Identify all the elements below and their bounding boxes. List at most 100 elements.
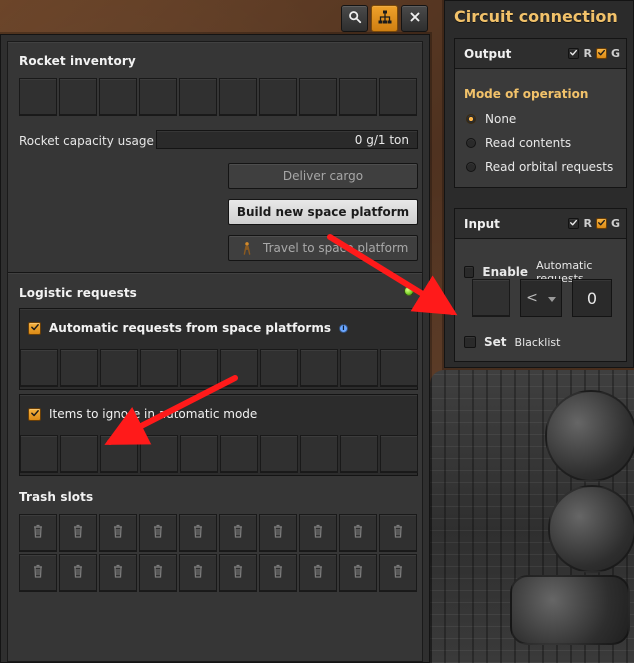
trash-slot[interactable] (219, 554, 257, 592)
ignore-items-panel: Items to ignore in automatic mode (19, 394, 418, 476)
inventory-slot[interactable] (19, 78, 57, 116)
request-slot[interactable] (180, 349, 218, 387)
trash-icon (310, 563, 326, 583)
trash-slot[interactable] (299, 514, 337, 552)
ignore-slot[interactable] (20, 435, 58, 473)
trash-slot[interactable] (219, 514, 257, 552)
request-slot[interactable] (100, 349, 138, 387)
trash-slot[interactable] (19, 514, 57, 552)
top-toolbar (341, 5, 428, 32)
trash-icon (30, 563, 46, 583)
mode-option-none[interactable]: None (466, 112, 516, 126)
trash-slot[interactable] (259, 514, 297, 552)
ignore-slot[interactable] (100, 435, 138, 473)
trash-slot[interactable] (99, 554, 137, 592)
request-slot[interactable] (60, 349, 98, 387)
trash-slot[interactable] (339, 514, 377, 552)
comparator-value: < (526, 290, 538, 306)
green-wire-label: G (610, 217, 620, 230)
build-new-space-platform-button[interactable]: Build new space platform (228, 199, 418, 225)
constant-value: 0 (586, 288, 598, 308)
red-wire-label: R (583, 217, 592, 230)
trash-slot[interactable] (59, 554, 97, 592)
ignore-slot[interactable] (380, 435, 418, 473)
trash-slot[interactable] (379, 514, 417, 552)
ignore-slot[interactable] (180, 435, 218, 473)
trash-icon (190, 563, 206, 583)
search-icon (348, 9, 362, 28)
factory-machines-background (430, 370, 634, 663)
inventory-slot[interactable] (379, 78, 417, 116)
constant-field[interactable]: 0 (572, 279, 612, 317)
ignore-slot[interactable] (140, 435, 178, 473)
inventory-slot[interactable] (259, 78, 297, 116)
ignore-slot[interactable] (260, 435, 298, 473)
green-wire-checkbox[interactable] (595, 48, 607, 59)
inventory-slot[interactable] (339, 78, 377, 116)
network-button[interactable] (371, 5, 398, 32)
request-slot[interactable] (380, 349, 418, 387)
inventory-slot[interactable] (99, 78, 137, 116)
request-slot[interactable] (340, 349, 378, 387)
mode-option-label: Read contents (485, 136, 572, 150)
trash-slot[interactable] (259, 554, 297, 592)
trash-slot[interactable] (139, 554, 177, 592)
trash-icon (150, 563, 166, 583)
mode-option-read-contents[interactable]: Read contents (466, 136, 571, 150)
trash-icon (70, 523, 86, 543)
circuit-input-box: Input R G Enable Automatic < 0 Set Black… (454, 208, 627, 362)
mode-option-read-orbital-requests[interactable]: Read orbital requests (466, 160, 613, 174)
rocket-capacity-bar: 0 g/1 ton (156, 130, 418, 149)
trash-slot[interactable] (19, 554, 57, 592)
close-button[interactable] (401, 5, 428, 32)
ignore-slot[interactable] (340, 435, 378, 473)
signal-slot[interactable] (472, 279, 510, 317)
search-button[interactable] (341, 5, 368, 32)
inventory-slot[interactable] (179, 78, 217, 116)
check-icon (569, 217, 578, 230)
circuit-connection-title: Circuit connection (454, 7, 618, 26)
request-slot[interactable] (260, 349, 298, 387)
deliver-cargo-button[interactable]: Deliver cargo (228, 163, 418, 189)
ignore-items-checkbox[interactable] (28, 407, 41, 421)
trash-slot[interactable] (179, 514, 217, 552)
ignore-slot[interactable] (60, 435, 98, 473)
red-wire-checkbox[interactable] (568, 48, 580, 59)
ignore-slot[interactable] (300, 435, 338, 473)
trash-slot[interactable] (99, 514, 137, 552)
set-checkbox[interactable] (464, 336, 476, 348)
trash-slot[interactable] (139, 514, 177, 552)
trash-icon (390, 523, 406, 543)
trash-slot[interactable] (339, 554, 377, 592)
trash-slot[interactable] (379, 554, 417, 592)
trash-icon (150, 523, 166, 543)
circuit-input-header: Input R G (455, 209, 626, 239)
inventory-slot[interactable] (59, 78, 97, 116)
inventory-slot[interactable] (219, 78, 257, 116)
request-slot[interactable] (140, 349, 178, 387)
set-blacklist-row[interactable]: Set Blacklist (464, 335, 560, 349)
green-wire-checkbox[interactable] (595, 218, 607, 229)
automatic-requests-checkbox[interactable] (28, 321, 41, 335)
request-slot[interactable] (220, 349, 258, 387)
request-slot[interactable] (20, 349, 58, 387)
red-wire-checkbox[interactable] (568, 217, 580, 230)
comparator-dropdown[interactable]: < (520, 279, 562, 317)
inventory-slot[interactable] (139, 78, 177, 116)
info-icon[interactable] (338, 323, 348, 333)
request-slot[interactable] (300, 349, 338, 387)
trash-icon (70, 563, 86, 583)
inventory-slot[interactable] (299, 78, 337, 116)
mode-of-operation-title: Mode of operation (464, 87, 589, 101)
trash-slot[interactable] (59, 514, 97, 552)
travel-to-space-platform-button[interactable]: Travel to space platform (228, 235, 418, 261)
trash-slot[interactable] (299, 554, 337, 592)
enable-checkbox[interactable] (464, 266, 475, 278)
rocket-capacity-value: 0 g/1 ton (354, 132, 409, 147)
ignore-items-header: Items to ignore in automatic mode (20, 395, 417, 433)
ignore-slot[interactable] (220, 435, 258, 473)
trash-slot[interactable] (179, 554, 217, 592)
enable-label: Enable (482, 265, 529, 279)
red-wire-label: R (583, 47, 592, 60)
trash-icon (30, 523, 46, 543)
